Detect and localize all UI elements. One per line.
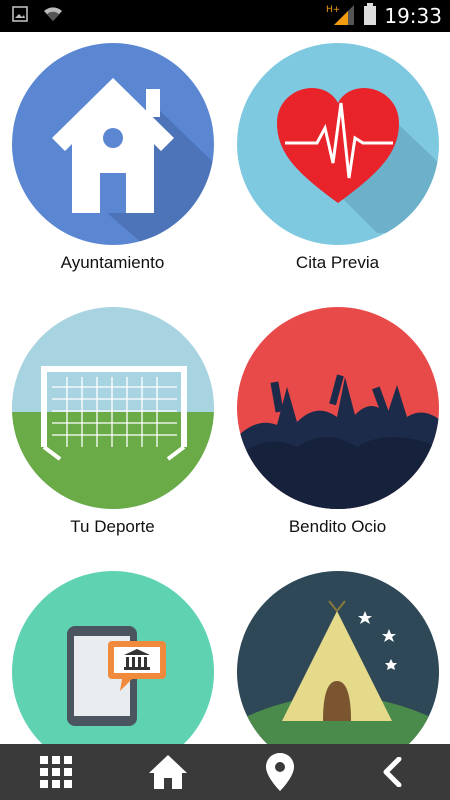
house-icon[interactable] <box>12 43 214 245</box>
back-icon <box>383 757 402 787</box>
tile-label: Ayuntamiento <box>60 253 165 272</box>
tablet-museum-icon[interactable] <box>12 571 214 744</box>
menu-grid: Ayuntamiento Cita Previa Tu Deporte Bend… <box>0 32 450 744</box>
back-button[interactable] <box>352 744 432 800</box>
home-icon <box>149 755 187 789</box>
location-button[interactable] <box>240 744 320 800</box>
location-pin-icon <box>266 753 294 791</box>
tile-label: Tu Deporte <box>70 517 155 536</box>
soccer-goal-icon[interactable] <box>12 307 214 509</box>
tile-label: Cita Previa <box>295 253 380 272</box>
wifi-icon <box>42 4 64 28</box>
tile-label: Bendito Ocio <box>288 517 387 536</box>
image-notification-icon <box>12 5 28 27</box>
network-type-label: H+ <box>326 5 340 15</box>
status-bar: H+ 19:33 <box>0 0 450 32</box>
apps-grid-button[interactable] <box>16 744 96 800</box>
apps-grid-icon <box>40 756 72 788</box>
bottom-navbar <box>0 744 450 800</box>
home-button[interactable] <box>128 744 208 800</box>
tent-camping-icon[interactable] <box>237 571 439 744</box>
signal-icon: H+ <box>326 3 356 30</box>
battery-icon <box>364 2 377 30</box>
heart-pulse-icon[interactable] <box>237 43 439 245</box>
crowd-concert-icon[interactable] <box>237 307 439 509</box>
clock: 19:33 <box>384 4 442 28</box>
